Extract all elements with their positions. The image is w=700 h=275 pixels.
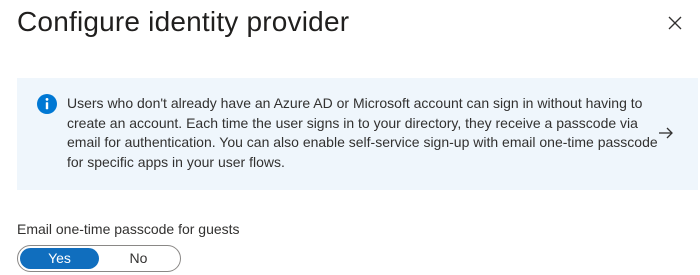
page-title: Configure identity provider	[17, 6, 350, 37]
otp-guests-toggle: Yes No	[17, 245, 181, 272]
info-icon	[37, 94, 57, 114]
otp-guests-label: Email one-time passcode for guests	[17, 221, 240, 237]
info-banner: Users who don't already have an Azure AD…	[17, 78, 698, 190]
close-icon[interactable]	[666, 14, 684, 32]
toggle-option-no[interactable]: No	[99, 248, 178, 269]
info-banner-text: Users who don't already have an Azure AD…	[67, 95, 658, 170]
arrow-right-icon[interactable]	[657, 124, 675, 142]
configure-identity-provider-panel: Configure identity provider Users who do…	[0, 0, 700, 275]
toggle-option-yes[interactable]: Yes	[20, 248, 99, 269]
